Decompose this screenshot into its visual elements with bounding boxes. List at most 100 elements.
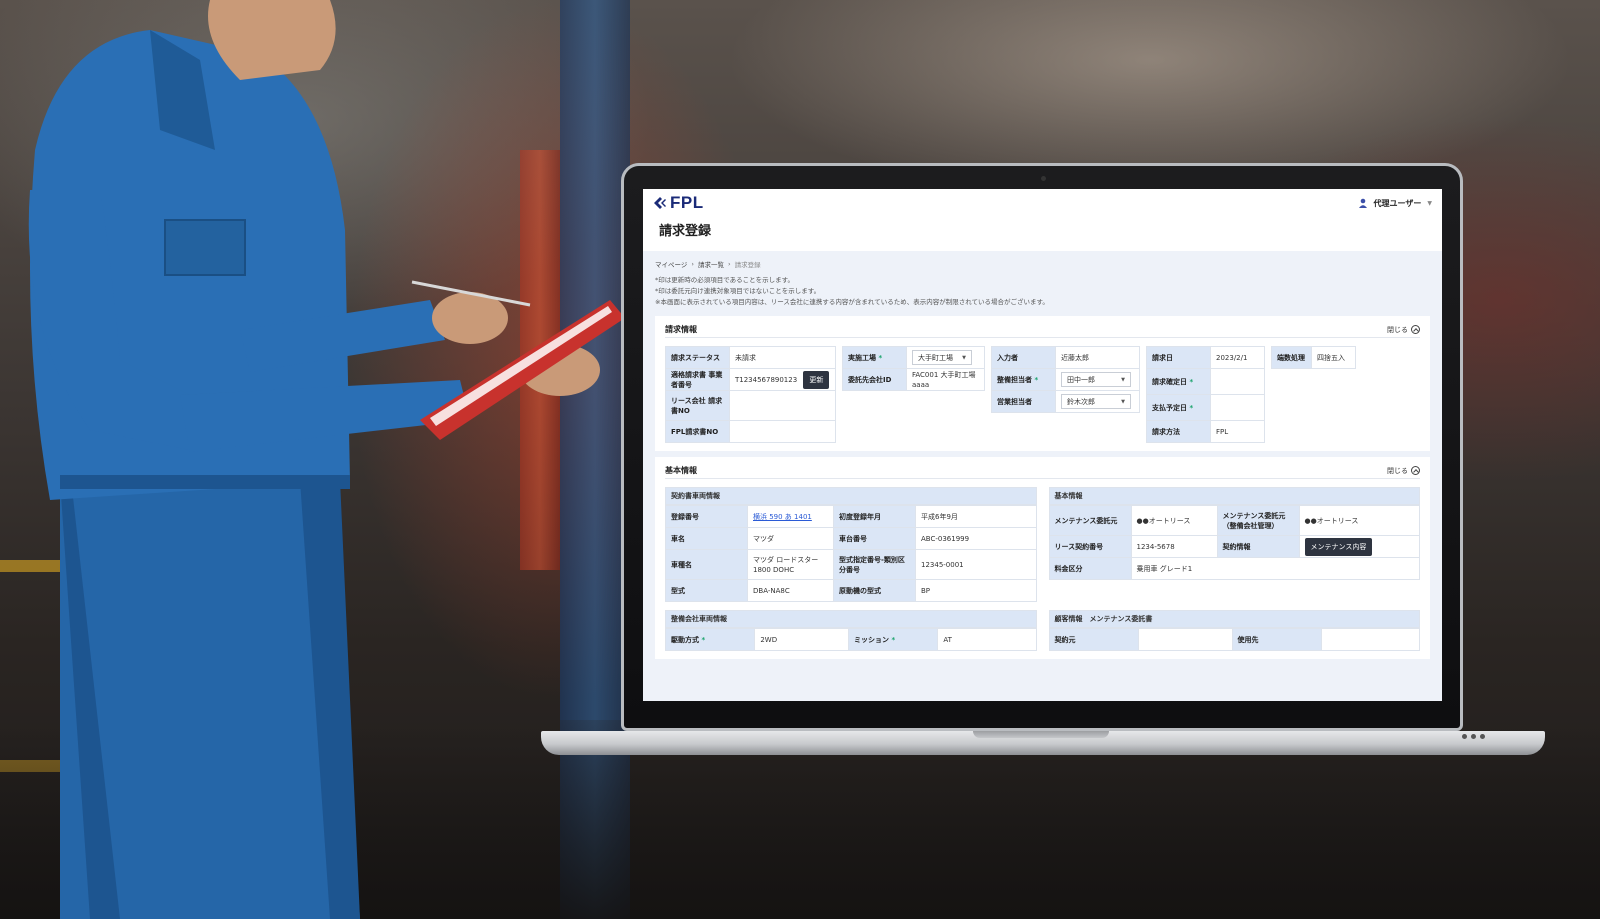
field-label: 型式 (665, 579, 748, 602)
field-label: 請求確定日 * (1146, 368, 1211, 395)
field-label: 請求日 (1146, 346, 1211, 369)
fpl-logo-icon (654, 197, 666, 209)
chevron-down-icon: ▼ (1121, 376, 1125, 383)
mechanic-figure (28, 0, 625, 919)
qualified-number: T1234567890123 (735, 375, 798, 384)
factory-select[interactable]: 大手町工場 ▼ (912, 350, 972, 365)
page-title: 請求登録 (659, 224, 712, 239)
entered-by-value: 近藤太郎 (1055, 346, 1140, 369)
sales-staff-select[interactable]: 鈴木次郎 ▼ (1061, 394, 1131, 409)
panel-title: 基本情報 (665, 466, 697, 475)
shop-vehicle-table: 駆動方式 * 2WD ミッション * AT (664, 628, 1037, 651)
field-label: 端数処理 (1271, 346, 1312, 369)
engine-value: BP (915, 579, 1037, 602)
chevron-right-icon: › (691, 260, 694, 268)
maintenance-content-button[interactable]: メンテナンス内容 (1304, 537, 1373, 556)
update-button[interactable]: 更新 (803, 370, 830, 389)
section-heading: 整備会社車両情報 (665, 610, 1037, 628)
contract-vehicle-table: 登録番号 横浜 590 あ 1401 初度登録年月 平成6年9月 車名 マツダ … (665, 505, 1037, 602)
field-label: 型式指定番号-類別区分番号 (833, 549, 916, 580)
lease-contract-value: 1234-5678 (1130, 535, 1218, 558)
field-label: 整備担当者 * (991, 368, 1056, 391)
confirm-date-value[interactable] (1210, 368, 1265, 395)
chevron-down-icon: ▼ (1427, 199, 1432, 207)
breadcrumb-mypage[interactable]: マイページ (655, 259, 687, 269)
basic-info-table: メンテナンス委託元 ●●オートリース メンテナンス委託元（整備会社管理） ●●オ… (1048, 505, 1421, 580)
field-label: 支払予定日 * (1146, 394, 1211, 421)
field-label: 初度登録年月 (833, 505, 916, 528)
app-screen: FPL 代理ユーザー ▼ 請求登録 マイページ › 請求一覧 › 請求登録 *印… (643, 189, 1442, 701)
customer-table: 契約元 使用先 (1048, 628, 1421, 651)
field-label: 入力者 (991, 346, 1056, 369)
field-label: メンテナンス委託元（整備会社管理） (1216, 505, 1300, 536)
field-label: 適格請求書 事業者番号 (665, 368, 730, 391)
model-name-value: マツダ ロードスター 1800 DOHC (747, 549, 834, 580)
registration-number-link[interactable]: 横浜 590 あ 1401 (753, 513, 812, 521)
laptop-indicator-lights (1462, 734, 1492, 740)
collapse-toggle[interactable]: 閉じる (1387, 325, 1420, 335)
field-label: 営業担当者 (991, 390, 1056, 413)
collapse-label: 閉じる (1387, 466, 1408, 475)
notice-line: *印は委託元向け連携対象項目ではないことを示します。 (655, 287, 821, 295)
basic-info-panel: 基本情報 閉じる 契約書車両情報 登録番号 横浜 590 あ 1401 初度登録… (655, 457, 1430, 659)
pay-date-value[interactable] (1210, 394, 1265, 421)
logo-text: FPL (670, 193, 704, 212)
collapse-label: 閉じる (1387, 325, 1408, 334)
invoice-method-value: FPL (1210, 420, 1265, 443)
user-value (1320, 628, 1421, 651)
notice-line: *印は更新時の必須項目であることを示します。 (655, 276, 795, 284)
chevron-up-circle-icon (1411, 466, 1420, 475)
fpl-invoice-no (729, 420, 836, 443)
field-label: 駆動方式 * (664, 628, 756, 651)
main-content: マイページ › 請求一覧 › 請求登録 *印は更新時の必須項目であることを示しま… (643, 251, 1442, 701)
field-label: メンテナンス委託元 (1048, 505, 1132, 536)
field-label: 料金区分 (1048, 557, 1132, 580)
notice-line: ※本画面に表示されている項目内容は、リース会社に連携する内容が含まれているため、… (655, 298, 1049, 306)
invoice-date-value: 2023/2/1 (1210, 346, 1265, 369)
notice-text: *印は更新時の必須項目であることを示します。 *印は委託元向け連携対象項目ではな… (655, 275, 1430, 308)
section-heading: 顧客情報 メンテナンス委託書 (1048, 610, 1420, 628)
mission-value: AT (937, 628, 1037, 651)
webcam-dot (1041, 176, 1046, 181)
chevron-up-circle-icon (1411, 325, 1420, 334)
field-label: ミッション * (848, 628, 939, 651)
field-label: 実施工場 * (842, 346, 907, 369)
field-label: 契約元 (1048, 628, 1139, 651)
type-number-value: 12345-0001 (915, 549, 1037, 580)
model-value: DBA-NA8C (747, 579, 834, 602)
first-registration-value: 平成6年9月 (915, 505, 1037, 528)
chevron-down-icon: ▼ (962, 354, 966, 361)
field-label: 委託先会社ID (842, 368, 907, 391)
breadcrumb-invoice-list[interactable]: 請求一覧 (698, 259, 724, 269)
section-heading: 基本情報 (1048, 487, 1420, 505)
invoice-status-table: 請求ステータス 未請求 適格請求書 事業者番号 T1234567890123 更… (665, 346, 836, 443)
fee-class-value: 乗用車 グレード1 (1130, 557, 1420, 580)
user-menu[interactable]: 代理ユーザー ▼ (1358, 198, 1432, 209)
drive-value: 2WD (754, 628, 850, 651)
fpl-logo[interactable]: FPL (653, 193, 704, 213)
collapse-toggle[interactable]: 閉じる (1387, 466, 1420, 476)
basic-info-section: 基本情報 メンテナンス委託元 ●●オートリース メンテナンス委託元（整備会社管理… (1048, 487, 1421, 602)
contract-from-value (1137, 628, 1233, 651)
contract-vehicle-section: 契約書車両情報 登録番号 横浜 590 あ 1401 初度登録年月 平成6年9月… (665, 487, 1037, 602)
field-label: 車名 (665, 527, 748, 550)
panel-title: 請求情報 (665, 325, 697, 334)
field-label: リース会社 請求書NO (665, 390, 730, 421)
laptop-notch (973, 731, 1109, 738)
invoice-dates-table: 請求日 2023/2/1 請求確定日 * 支払予定日 * 請求方法 FPL (1146, 346, 1265, 443)
field-label: 原動機の型式 (833, 579, 916, 602)
rounding-value: 四捨五入 (1311, 346, 1356, 369)
factory-table: 実施工場 * 大手町工場 ▼ 委託先会社ID FAC001 大手町工場 aaaa (842, 346, 985, 391)
field-label: 請求ステータス (665, 346, 730, 369)
field-label: 車台番号 (833, 527, 916, 550)
customer-section: 顧客情報 メンテナンス委託書 契約元 使用先 (1048, 610, 1421, 651)
field-label: リース契約番号 (1048, 535, 1132, 558)
user-name: 代理ユーザー (1373, 198, 1422, 208)
field-label: 車種名 (665, 549, 748, 580)
chevron-down-icon: ▼ (1121, 398, 1125, 405)
breadcrumb-current: 請求登録 (734, 261, 761, 269)
maintenance-staff-select[interactable]: 田中一郎 ▼ (1061, 372, 1131, 387)
user-icon (1358, 198, 1367, 208)
field-label: FPL請求書NO (665, 420, 730, 443)
app-header: FPL 代理ユーザー ▼ (643, 189, 1442, 217)
